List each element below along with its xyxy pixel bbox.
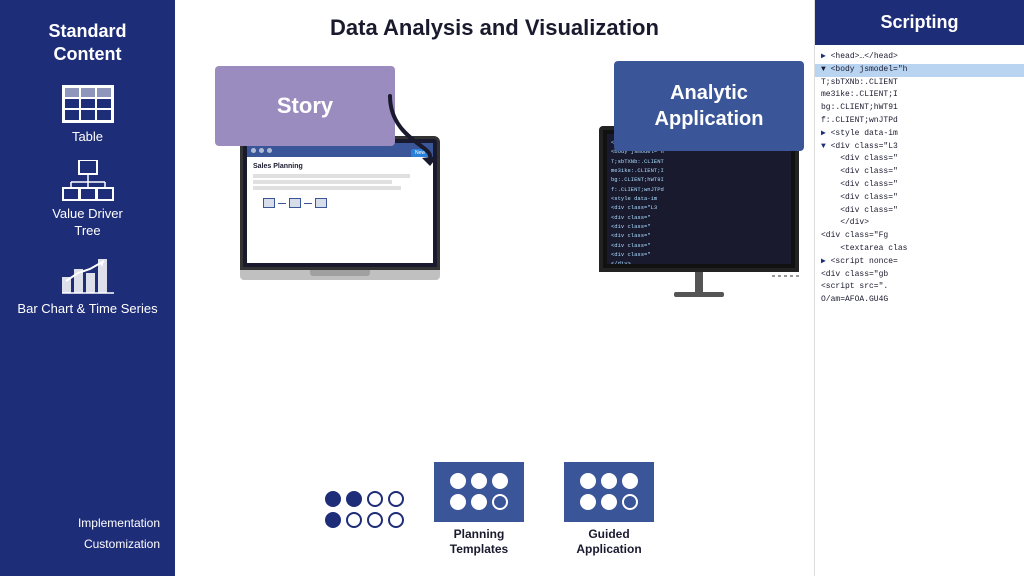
vdt-icon: [61, 160, 115, 204]
planning-templates-label: PlanningTemplates: [450, 527, 508, 558]
analytic-application-card: Analytic Application: [614, 61, 804, 151]
barchart-icon: [60, 253, 116, 295]
guided-application-section: GuidedApplication: [564, 462, 654, 558]
monitor-device: <head>…</head> <body jsmodel="h T;sbTXNb…: [599, 126, 799, 297]
sidebar-item-vdt: Value DriverTree: [15, 160, 160, 240]
page-title: Data Analysis and Visualization: [185, 15, 804, 41]
vdt-label: Value DriverTree: [52, 206, 123, 240]
sidebar-item-barchart: Bar Chart & Time Series: [15, 253, 160, 318]
center-content: Data Analysis and Visualization Story An…: [175, 0, 814, 576]
table-label: Table: [72, 129, 103, 146]
guided-application-label: GuidedApplication: [576, 527, 641, 558]
impl-dots: [325, 491, 404, 528]
main-container: Standard Content Table: [0, 0, 1024, 576]
story-arrow-icon: [380, 86, 460, 171]
story-card: Story: [215, 66, 395, 146]
scripting-title: Scripting: [815, 0, 1024, 45]
sidebar-title: Standard Content: [15, 20, 160, 67]
barchart-label: Bar Chart & Time Series: [17, 301, 157, 318]
planning-templates-section: PlanningTemplates: [434, 462, 524, 558]
sidebar-item-table: Table: [15, 85, 160, 146]
table-icon: [62, 85, 114, 123]
scripting-code-block: ▶ <head>…</head> ▼ <body jsmodel="h T;sb…: [815, 45, 1024, 576]
bottom-area: PlanningTemplates: [185, 454, 804, 566]
implementation-label: Implementation: [15, 513, 160, 535]
left-sidebar: Standard Content Table: [0, 0, 175, 576]
scripting-panel: Scripting ▶ <head>…</head> ▼ <body jsmod…: [814, 0, 1024, 576]
sidebar-bottom: Implementation Customization: [15, 513, 160, 556]
customization-label: Customization: [15, 534, 160, 556]
